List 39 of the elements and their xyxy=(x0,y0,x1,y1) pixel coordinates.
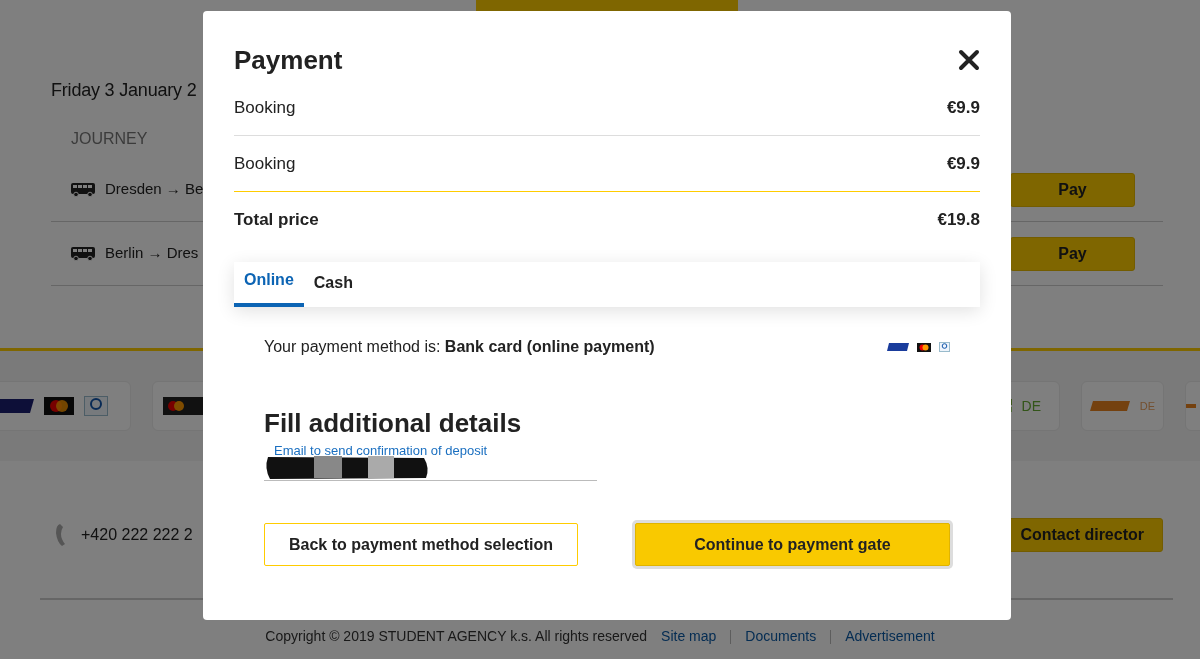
logo-icon xyxy=(1186,404,1196,408)
continue-button[interactable]: Continue to payment gate xyxy=(635,523,950,566)
footer-link[interactable]: Site map xyxy=(661,626,717,647)
route-text: Dresden → Be xyxy=(105,179,204,200)
country-code: DE xyxy=(1021,396,1041,416)
email-input-field[interactable]: Email to send confirmation of deposit xyxy=(264,441,597,481)
diners-logo-icon xyxy=(939,342,950,352)
section-title: Fill additional details xyxy=(264,407,523,439)
field-label: Email to send confirmation of deposit xyxy=(274,442,488,460)
bus-icon xyxy=(71,182,95,197)
phone-number: +420 222 222 2 xyxy=(81,525,193,545)
item-label: Booking xyxy=(234,96,296,119)
country-code: DE xyxy=(1139,398,1156,414)
payment-method-text: Your payment method is: Bank card (online payment) xyxy=(264,337,655,357)
item-label: Booking xyxy=(234,152,296,175)
close-icon[interactable] xyxy=(958,49,980,71)
date-heading: Friday 3 January 2 xyxy=(51,79,197,102)
item-price: €9.9 xyxy=(946,96,980,119)
visa-logo-icon xyxy=(0,399,34,413)
payment-tab[interactable]: Cash xyxy=(303,262,363,307)
total-label: Total price xyxy=(234,209,319,232)
pay-button[interactable]: Pay xyxy=(1010,172,1135,207)
bus-icon xyxy=(71,246,95,261)
payment-tab[interactable]: Online xyxy=(234,262,304,307)
footer-link[interactable]: Documents xyxy=(745,626,817,647)
back-button[interactable]: Back to payment method selection xyxy=(264,523,578,566)
route-text: Berlin → Dres xyxy=(105,243,199,264)
mastercard-logo-icon xyxy=(44,397,74,415)
item-price: €9.9 xyxy=(946,152,980,175)
dialog-title: Payment xyxy=(234,44,343,77)
pay-button[interactable]: Pay xyxy=(1010,236,1135,271)
masterpass-logo-icon xyxy=(163,397,203,415)
column-header: JOURNEY xyxy=(70,129,149,149)
sofort-logo-icon xyxy=(1089,401,1130,411)
footer-link[interactable]: Advertisement xyxy=(845,626,935,647)
total-price: €19.8 xyxy=(937,209,980,232)
mastercard-logo-icon xyxy=(917,342,931,352)
copyright-text: Copyright © 2019 STUDENT AGENCY k.s. All rights reserved xyxy=(265,627,648,646)
diners-logo-icon xyxy=(84,396,108,416)
